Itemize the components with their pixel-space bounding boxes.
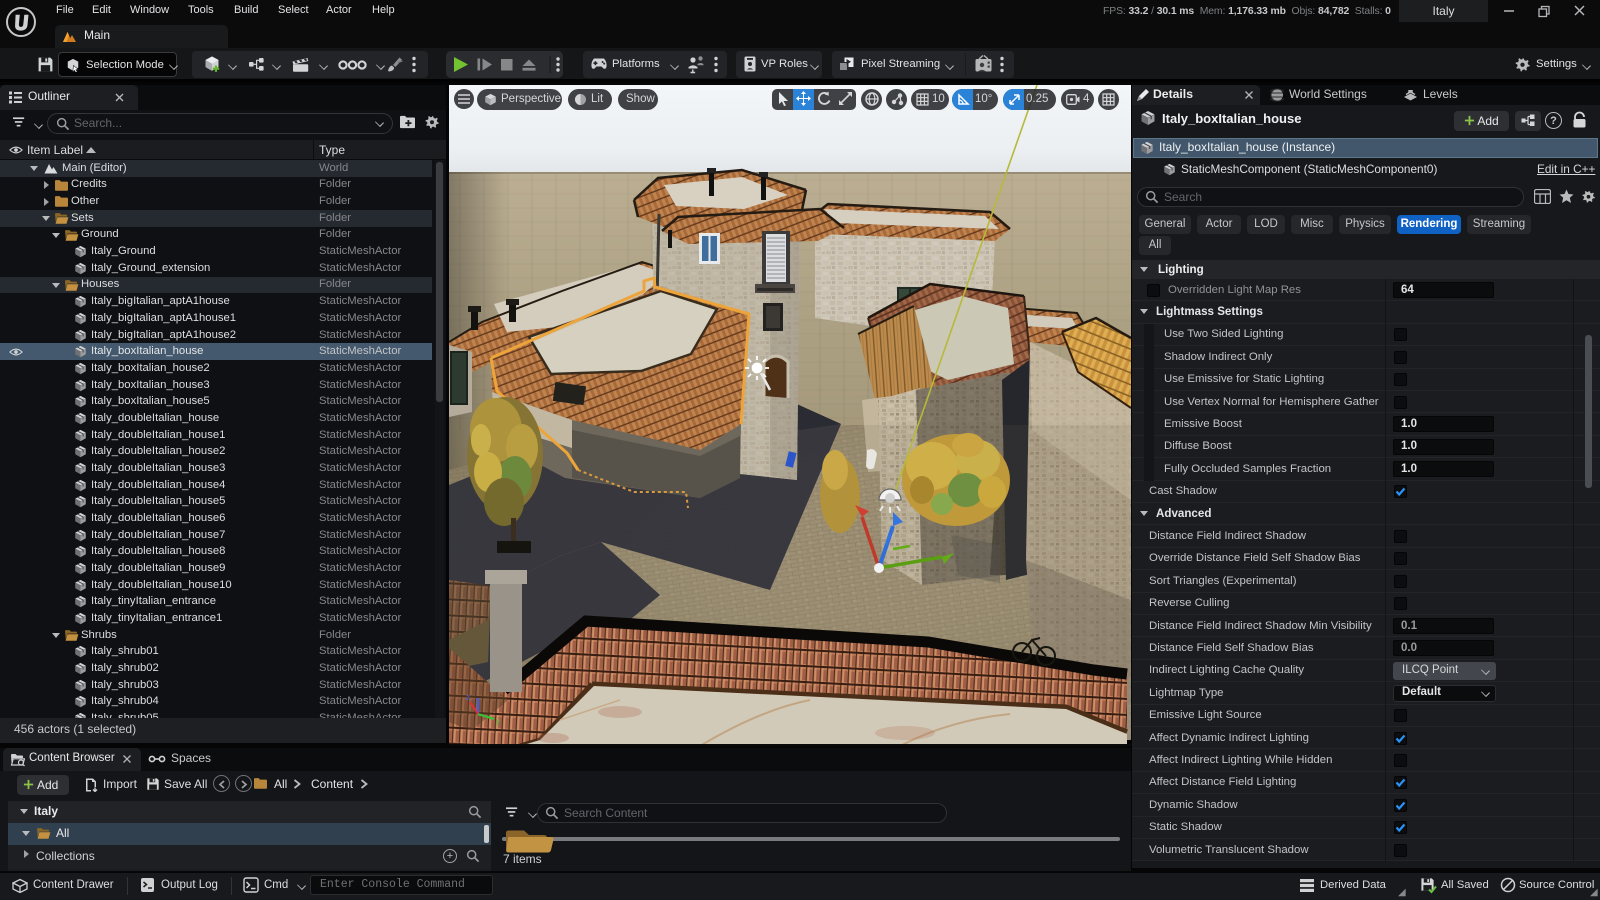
svg-text:y: y xyxy=(496,717,500,726)
svg-text:z: z xyxy=(466,693,470,702)
